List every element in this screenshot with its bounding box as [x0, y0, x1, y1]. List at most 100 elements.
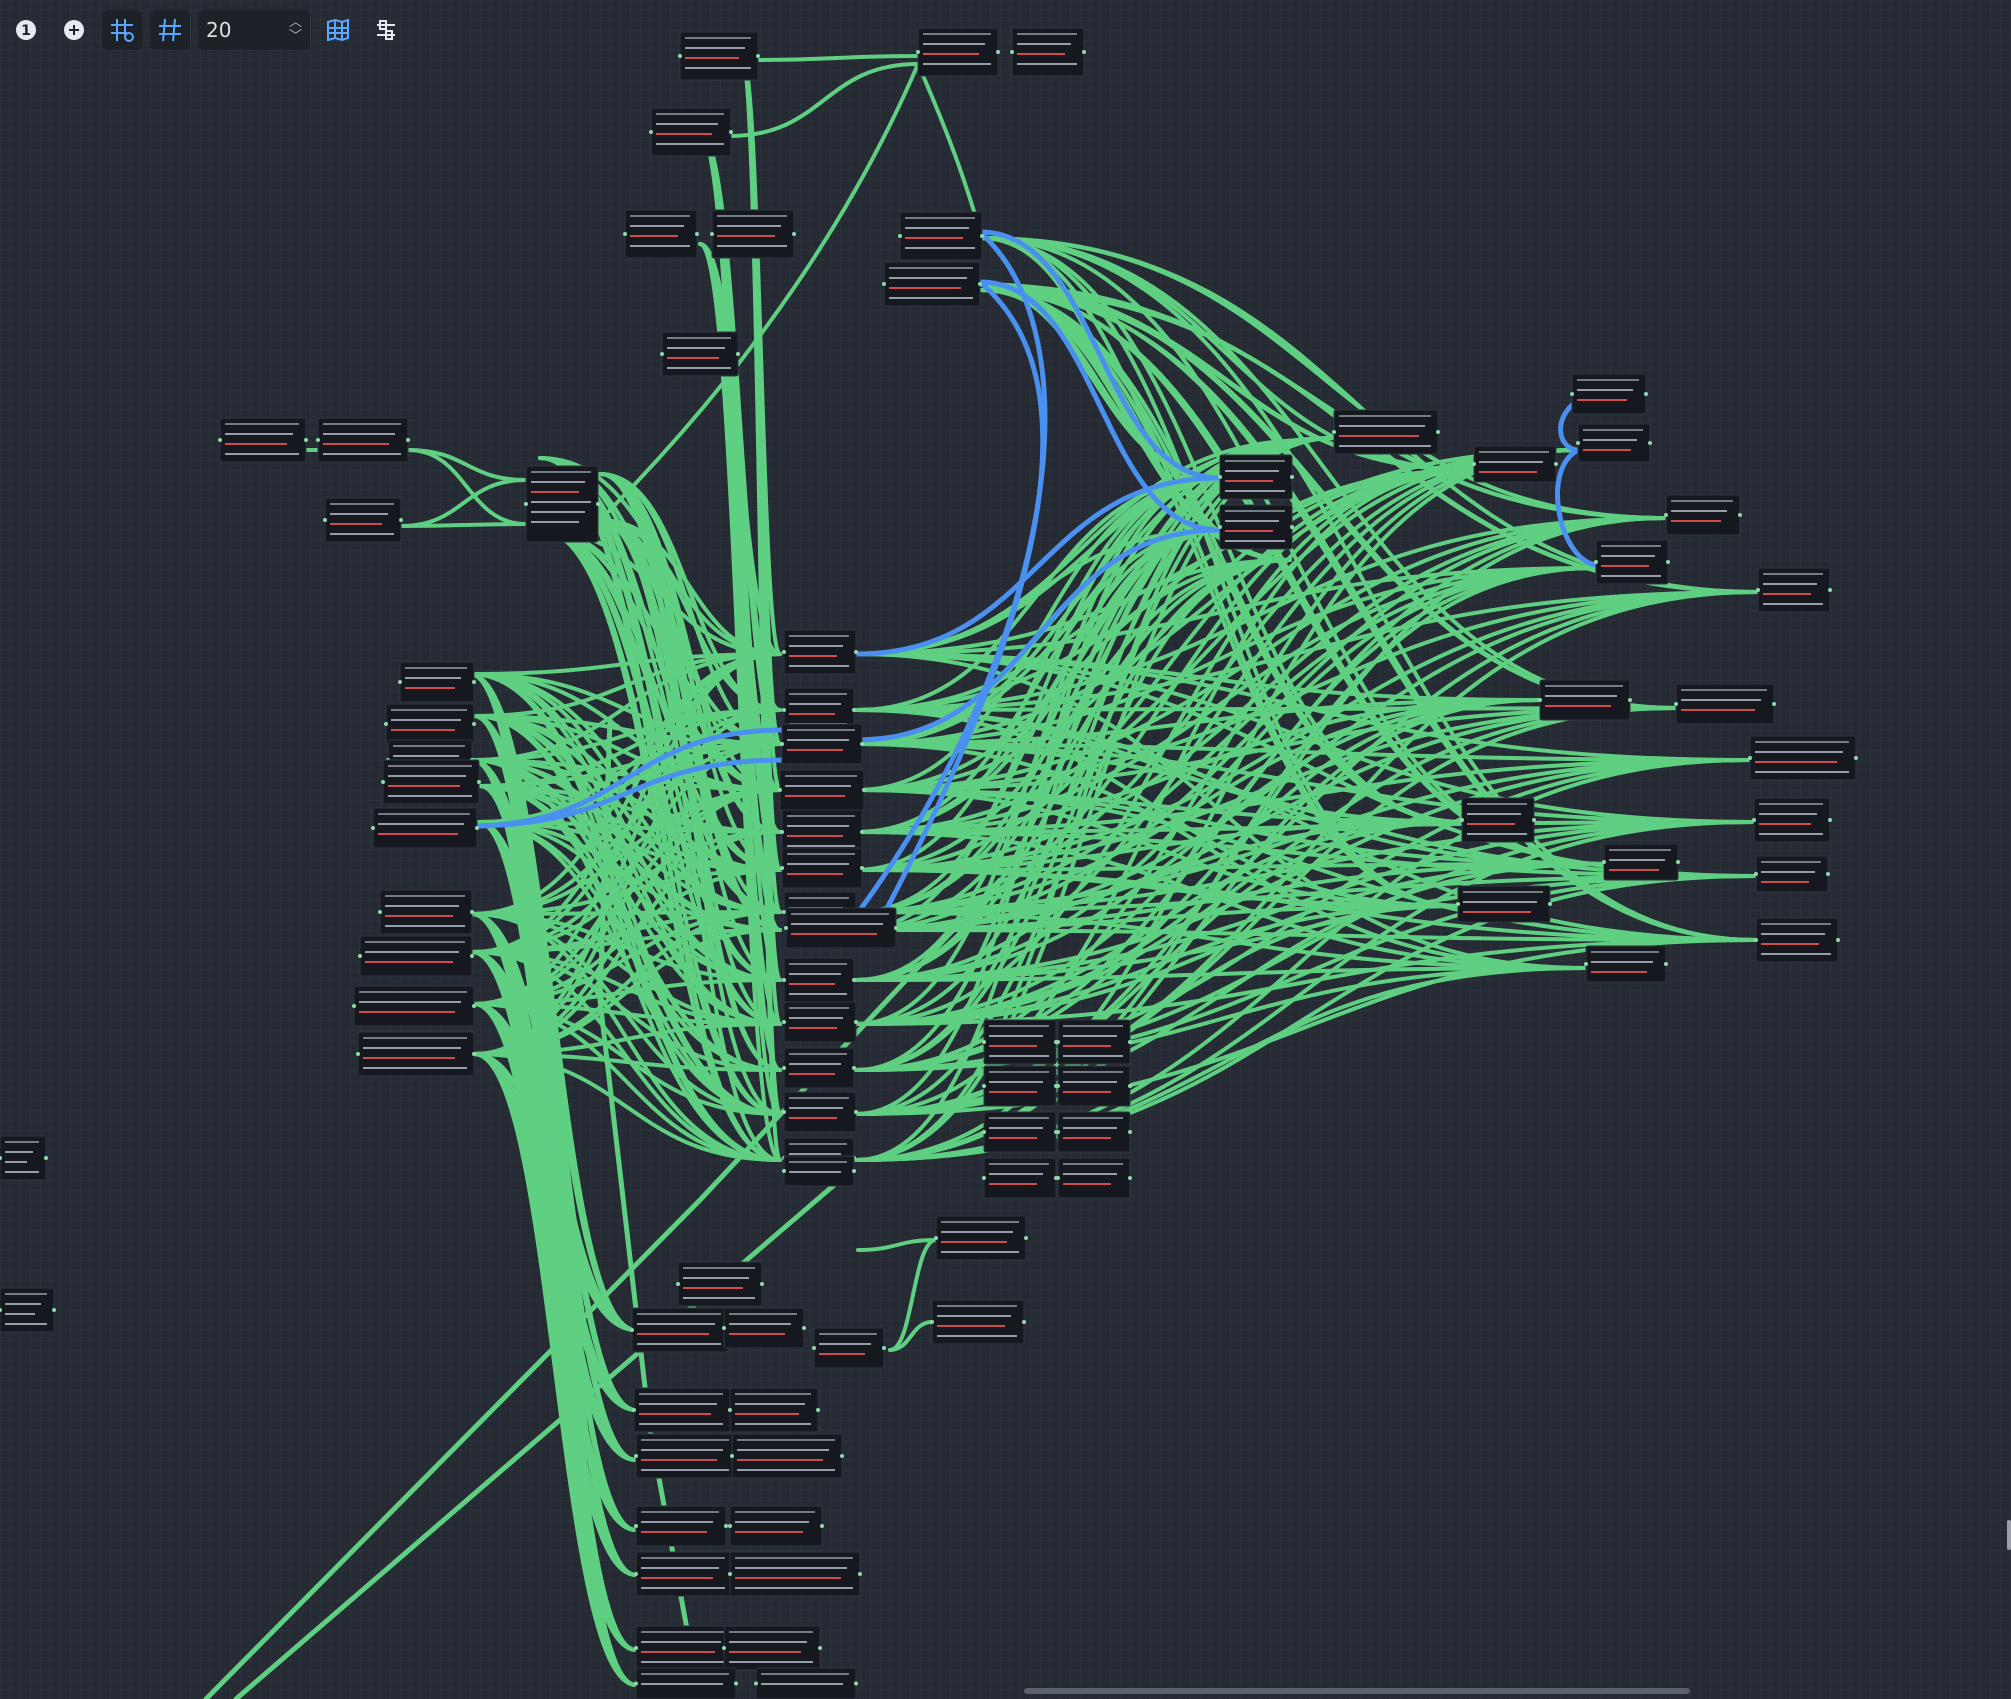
graph-node[interactable]: [982, 1157, 1058, 1199]
horizontal-scrollbar[interactable]: [1024, 1688, 1690, 1694]
graph-node[interactable]: [812, 1327, 886, 1369]
minimap-icon: [327, 18, 349, 42]
graph-node[interactable]: [676, 1261, 764, 1307]
graph-node[interactable]: [1752, 797, 1832, 843]
graph-node[interactable]: [780, 847, 864, 889]
graph-node[interactable]: [649, 107, 733, 157]
graph-node[interactable]: [356, 1031, 476, 1077]
graph-node[interactable]: [882, 261, 982, 307]
graph-node[interactable]: [1584, 945, 1668, 983]
graph-toolbar: 1 20 ︿ ﹀: [6, 8, 406, 52]
graph-node[interactable]: [1602, 843, 1680, 881]
graph-node[interactable]: [782, 957, 856, 1003]
graph-node[interactable]: [634, 1667, 738, 1699]
spinbox-arrows-icon[interactable]: ︿ ﹀: [289, 16, 302, 44]
connection-line: [399, 522, 528, 528]
graph-node[interactable]: [1754, 855, 1830, 893]
graph-node[interactable]: [1754, 917, 1840, 963]
graph-node[interactable]: [358, 935, 474, 977]
graph-node[interactable]: [780, 723, 864, 765]
graph-node[interactable]: [722, 1307, 806, 1349]
grid-toggle-icon: [159, 18, 181, 42]
graph-node[interactable]: [1576, 423, 1652, 463]
connection-line: [406, 448, 528, 526]
graph-node[interactable]: [1460, 797, 1536, 843]
snap-grid-button[interactable]: [102, 10, 142, 50]
graph-node[interactable]: [371, 807, 479, 849]
graph-node[interactable]: [1332, 409, 1440, 455]
graph-node[interactable]: [782, 1001, 858, 1043]
graph-node[interactable]: [1218, 504, 1294, 550]
graph-node[interactable]: [623, 209, 699, 259]
graph-node[interactable]: [934, 1215, 1028, 1261]
graph-node[interactable]: [1674, 683, 1776, 725]
graph-node[interactable]: [1664, 494, 1742, 536]
graph-node[interactable]: [398, 661, 476, 703]
graph-node[interactable]: [1594, 539, 1670, 585]
zoom-in-button[interactable]: [54, 10, 94, 50]
connection-line: [916, 62, 982, 232]
graph-node[interactable]: [378, 889, 474, 935]
graph-node[interactable]: [316, 417, 410, 463]
graph-node[interactable]: [1218, 454, 1294, 500]
graph-node[interactable]: [898, 211, 984, 261]
graph-node[interactable]: [782, 1091, 858, 1133]
graph-node[interactable]: [634, 1505, 728, 1547]
graph-node[interactable]: [982, 1111, 1058, 1153]
graph-node[interactable]: [778, 769, 866, 811]
graph-node[interactable]: [1456, 885, 1552, 923]
graph-node[interactable]: [1756, 567, 1832, 613]
graph-node[interactable]: [982, 1019, 1058, 1065]
vertical-scrollbar[interactable]: [2007, 1520, 2011, 1550]
graph-node[interactable]: [381, 759, 481, 805]
graph-node[interactable]: [784, 907, 898, 949]
graph-node[interactable]: [710, 209, 796, 259]
graph-node[interactable]: [384, 703, 476, 745]
graph-node[interactable]: [0, 1287, 56, 1333]
graph-node[interactable]: [323, 497, 403, 543]
graph-node[interactable]: [754, 1667, 858, 1699]
graph-node[interactable]: [678, 31, 760, 81]
graph-node[interactable]: [632, 1387, 732, 1433]
graph-node[interactable]: [634, 1433, 738, 1479]
graph-node[interactable]: [782, 1155, 856, 1187]
graph-node[interactable]: [1056, 1065, 1132, 1107]
graph-node[interactable]: [1570, 373, 1648, 415]
connection-line: [978, 288, 1222, 480]
graph-node[interactable]: [930, 1299, 1026, 1345]
graph-node[interactable]: [630, 1307, 730, 1353]
graph-node[interactable]: [352, 985, 476, 1027]
graph-node[interactable]: [728, 1505, 824, 1547]
graph-node[interactable]: [634, 1625, 736, 1671]
arrange-nodes-button[interactable]: [366, 10, 406, 50]
graph-node[interactable]: [782, 1047, 856, 1089]
minimap-button[interactable]: [318, 10, 358, 50]
graph-node[interactable]: [1056, 1019, 1132, 1065]
graph-node[interactable]: [722, 1625, 822, 1671]
graph-node[interactable]: [782, 629, 858, 675]
graph-node[interactable]: [524, 465, 600, 543]
graph-node[interactable]: [916, 27, 1000, 77]
graph-canvas[interactable]: [0, 0, 2011, 1699]
graph-node[interactable]: [1010, 27, 1086, 77]
graph-node[interactable]: [1056, 1157, 1132, 1199]
zoom-reset-button[interactable]: 1: [6, 10, 46, 50]
graph-node[interactable]: [728, 1387, 820, 1433]
snap-distance-spinbox[interactable]: 20 ︿ ﹀: [198, 10, 310, 50]
graph-node[interactable]: [1748, 735, 1858, 781]
graph-node[interactable]: [660, 331, 740, 377]
connection-lines: [203, 54, 1760, 1699]
graph-node[interactable]: [1472, 445, 1558, 483]
grid-toggle-button[interactable]: [150, 10, 190, 50]
zoom-reset-icon: 1: [16, 20, 36, 40]
graph-node[interactable]: [1056, 1111, 1132, 1153]
graph-node[interactable]: [730, 1433, 844, 1479]
graph-node[interactable]: [780, 809, 864, 855]
graph-node[interactable]: [728, 1551, 862, 1597]
graph-node[interactable]: [1538, 679, 1632, 721]
graph-node[interactable]: [982, 1065, 1058, 1107]
graph-node[interactable]: [634, 1551, 734, 1597]
graph-node[interactable]: [218, 417, 308, 463]
connection-line: [754, 54, 920, 62]
graph-node[interactable]: [0, 1135, 48, 1181]
